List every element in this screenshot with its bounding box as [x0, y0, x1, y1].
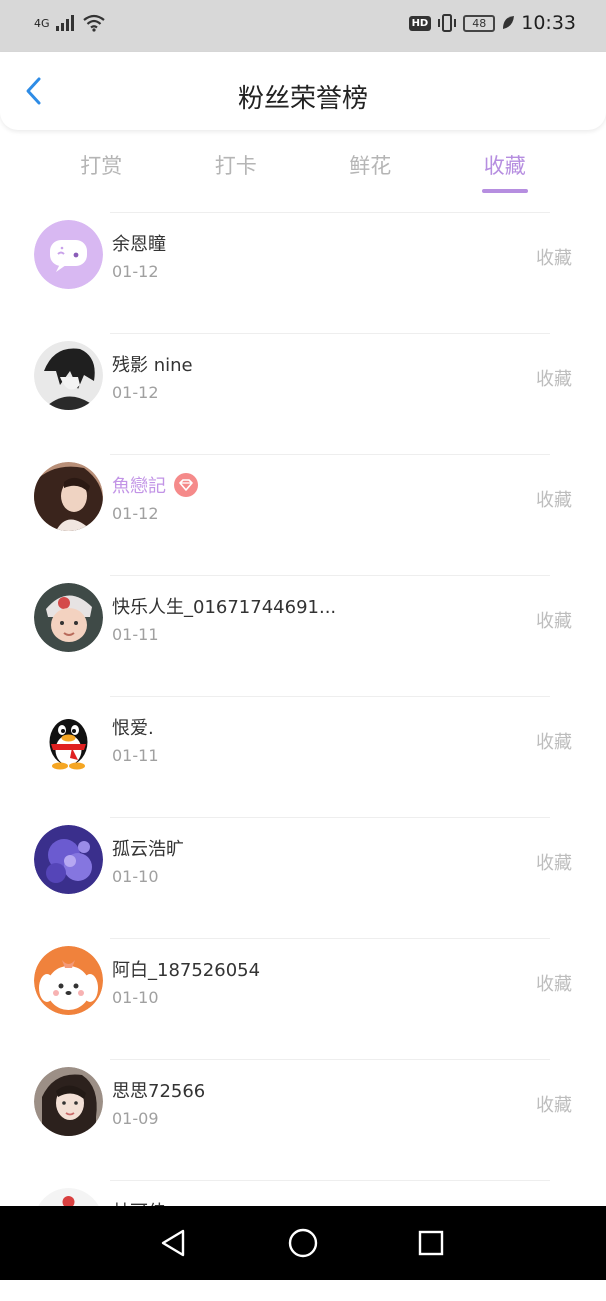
divider: [110, 454, 550, 455]
avatar[interactable]: [34, 704, 103, 773]
network-label: 4G: [34, 16, 50, 30]
system-navigation-bar: [0, 1206, 606, 1280]
vip-diamond-icon: [174, 473, 198, 497]
divider: [110, 333, 550, 334]
battery-icon: 48: [463, 14, 496, 32]
purple-flower-avatar-icon: [34, 825, 103, 894]
fan-name: 阿白_187526054: [112, 956, 260, 982]
favorite-action-label: 收藏: [536, 490, 572, 511]
divider: [110, 1180, 550, 1181]
divider: [110, 1059, 550, 1060]
divider: [110, 696, 550, 697]
divider: [110, 212, 550, 213]
fan-list: 余恩瞳 01-12 收藏 残影 nine 01-12 收藏 魚戀記 01-12 …: [0, 212, 606, 1301]
list-item[interactable]: 魚戀記 01-12 收藏: [0, 454, 606, 575]
avatar[interactable]: [34, 462, 103, 531]
fan-date: 01-10: [112, 867, 159, 886]
avatar[interactable]: [34, 220, 103, 289]
avatar[interactable]: [34, 946, 103, 1015]
list-item[interactable]: 余恩瞳 01-12 收藏: [0, 212, 606, 333]
fan-name: 魚戀記: [112, 472, 198, 498]
favorite-action-label: 收藏: [536, 974, 572, 995]
favorite-action-label: 收藏: [536, 611, 572, 632]
clock: 10:33: [521, 12, 576, 34]
leaf-icon: [503, 16, 515, 29]
square-recents-icon: [418, 1230, 444, 1256]
wifi-icon: [82, 14, 105, 32]
fan-name-text: 思思72566: [112, 1081, 206, 1102]
header: 粉丝荣誉榜: [0, 52, 606, 130]
dark-anime-avatar-icon: [34, 341, 103, 410]
fan-name-text: 阿白_187526054: [112, 960, 261, 981]
list-item[interactable]: 孤云浩旷 01-10 收藏: [0, 817, 606, 938]
fan-name-text: 魚戀記: [112, 476, 166, 497]
fan-name: 恨爱.: [112, 714, 154, 740]
triangle-back-icon: [161, 1229, 185, 1257]
favorite-action-label: 收藏: [536, 248, 572, 269]
girl-photo-avatar-icon: [34, 462, 103, 531]
cartoon-dog-avatar-icon: [34, 946, 103, 1015]
list-item[interactable]: 阿白_187526054 01-10 收藏: [0, 938, 606, 1059]
list-item[interactable]: 思思72566 01-09 收藏: [0, 1059, 606, 1180]
nav-home-button[interactable]: [286, 1226, 320, 1260]
fan-date: 01-12: [112, 383, 159, 402]
favorite-action-label: 收藏: [536, 732, 572, 753]
nav-back-button[interactable]: [156, 1226, 190, 1260]
fan-date: 01-09: [112, 1109, 159, 1128]
fan-name: 思思72566: [112, 1077, 205, 1103]
avatar[interactable]: [34, 1067, 103, 1136]
list-item[interactable]: 快乐人生_01671744691... 01-11 收藏: [0, 575, 606, 696]
hd-badge: HD: [408, 15, 432, 31]
avatar[interactable]: [34, 583, 103, 652]
fan-date: 01-12: [112, 504, 159, 523]
fan-date: 01-11: [112, 625, 159, 644]
status-left: 4G: [34, 14, 106, 32]
circle-home-icon: [288, 1228, 318, 1258]
tab-checkin[interactable]: 打卡: [169, 146, 304, 196]
page-title: 粉丝荣誉榜: [237, 84, 368, 114]
fan-date: 01-11: [112, 746, 159, 765]
fan-name-text: 残影 nine: [112, 355, 193, 376]
tab-bar: 打赏 打卡 鲜花 收藏: [34, 146, 572, 196]
nav-recents-button[interactable]: [414, 1226, 448, 1260]
tab-favorites[interactable]: 收藏: [438, 146, 573, 196]
divider: [110, 938, 550, 939]
list-item[interactable]: 残影 nine 01-12 收藏: [0, 333, 606, 454]
fan-name-text: 快乐人生_01671744691...: [112, 597, 337, 618]
fan-name: 残影 nine: [112, 351, 193, 377]
fan-name-text: 孤云浩旷: [112, 839, 184, 860]
fan-name: 孤云浩旷: [112, 835, 184, 861]
fan-date: 01-10: [112, 988, 159, 1007]
fan-name: 快乐人生_01671744691...: [112, 593, 336, 619]
favorite-action-label: 收藏: [536, 1095, 572, 1116]
fan-name-text: 余恩瞳: [112, 234, 166, 255]
tab-flowers[interactable]: 鲜花: [303, 146, 438, 196]
status-bar: 4G HD 48 10:33: [0, 0, 606, 52]
list-item[interactable]: 恨爱. 01-11 收藏: [0, 696, 606, 817]
divider: [110, 817, 550, 818]
chat-bubble-avatar-icon: [34, 220, 103, 289]
signal-icon: [55, 15, 74, 31]
divider: [110, 575, 550, 576]
tab-reward[interactable]: 打赏: [34, 146, 169, 196]
fan-date: 01-12: [112, 262, 159, 281]
avatar[interactable]: [34, 825, 103, 894]
status-right: HD 48 10:33: [408, 12, 576, 34]
fan-name: 余恩瞳: [112, 230, 166, 256]
favorite-action-label: 收藏: [536, 853, 572, 874]
avatar[interactable]: [34, 341, 103, 410]
qq-penguin-avatar-icon: [34, 704, 103, 773]
favorite-action-label: 收藏: [536, 369, 572, 390]
baby-photo-avatar-icon: [34, 583, 103, 652]
battery-level: 48: [472, 16, 487, 30]
vibrate-icon: [438, 14, 457, 32]
fan-name-text: 恨爱.: [112, 718, 154, 739]
girl-photo-avatar-icon: [34, 1067, 103, 1136]
